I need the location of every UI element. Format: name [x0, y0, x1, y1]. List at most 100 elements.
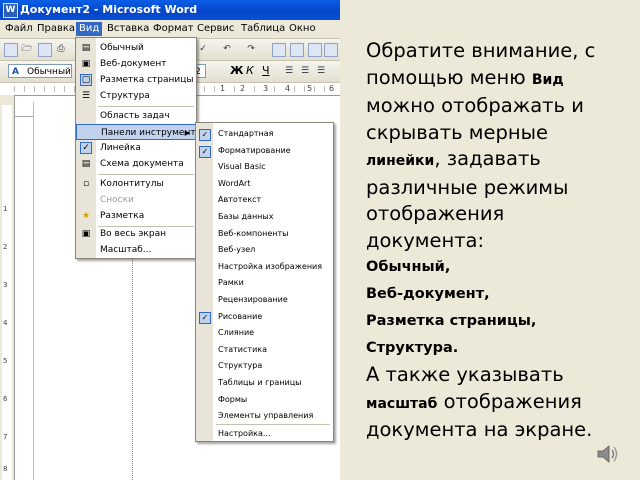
view-mode-print-layout: Разметка страницы,	[366, 308, 628, 335]
menu-view[interactable]: Вид	[76, 22, 103, 36]
toolbar-submenu-item[interactable]: WordArt	[196, 176, 333, 192]
toolbar-submenu-item[interactable]: ✓ Рисование	[196, 309, 333, 325]
submenu-arrow-icon: ▶	[184, 129, 190, 137]
vruler-label: 6	[3, 395, 8, 403]
mode-name: Разметка страницы	[366, 313, 531, 329]
toolbar-submenu-item[interactable]: Веб-компоненты	[196, 226, 333, 242]
markup-icon: ★	[81, 211, 91, 221]
underline-button[interactable]: Ч	[262, 64, 270, 78]
header-footer-icon: ▫	[82, 179, 90, 189]
style-icon: A	[12, 67, 19, 77]
explanation-text: Обратите внимание, с помощью меню Вид мо…	[366, 38, 628, 444]
menu-item-label: Таблицы и границы	[218, 378, 302, 387]
toolbar-submenu-item[interactable]: Рецензирование	[196, 292, 333, 308]
align-left-icon[interactable]: ☰	[282, 64, 296, 78]
toolbar-submenu-item[interactable]: Автотекст	[196, 192, 333, 208]
menu-item-label: Обычный	[100, 43, 144, 53]
menu-item-label: Статистика	[218, 344, 267, 354]
vertical-ruler-track	[2, 105, 12, 480]
toolbar-submenu-item[interactable]: Настройка...	[196, 426, 333, 442]
hyperlink-icon[interactable]	[272, 43, 286, 57]
menu-file[interactable]: Файл	[2, 22, 36, 36]
view-menu-item-print-layout[interactable]: ▢ Разметка страницы	[76, 72, 196, 88]
toolbar-submenu-item[interactable]: ✓ Стандартная	[196, 126, 333, 142]
redo-icon[interactable]: ↷	[244, 42, 258, 56]
view-menu-item-web[interactable]: ▣ Веб-документ	[76, 56, 196, 72]
toolbar-submenu-item[interactable]: Статистика	[196, 342, 333, 358]
view-menu-item-task-pane[interactable]: Область задач	[76, 108, 196, 124]
menu-window[interactable]: Окно	[286, 22, 319, 36]
align-center-icon[interactable]: ☰	[298, 64, 312, 78]
open-folder-icon[interactable]: 🗁	[20, 42, 34, 56]
menu-separator	[98, 174, 194, 175]
menu-table[interactable]: Таблица	[238, 22, 288, 36]
insert-table-icon[interactable]	[308, 43, 322, 57]
save-icon[interactable]	[38, 43, 52, 57]
zoom-term: масштаб	[366, 395, 438, 412]
view-menu-item-toolbars[interactable]: Панели инструментов ▶	[76, 124, 206, 140]
menu-tools[interactable]: Сервис	[194, 22, 237, 36]
page-top-edge	[15, 116, 33, 117]
new-document-icon[interactable]	[4, 43, 18, 57]
vruler-label: 3	[3, 281, 8, 289]
format-painter-icon[interactable]: ✓	[196, 42, 210, 56]
toolbar-submenu-item[interactable]: Слияние	[196, 325, 333, 341]
mode-punct: .	[452, 340, 459, 356]
view-menu-item-markup[interactable]: ★ Разметка	[76, 208, 196, 224]
view-menu-item-normal[interactable]: ▤ Обычный	[76, 40, 196, 56]
view-menu-item-zoom[interactable]: Масштаб...	[76, 242, 196, 258]
mode-punct: ,	[530, 313, 537, 329]
full-screen-icon: ▣	[81, 229, 91, 239]
menu-item-label: Рамки	[218, 278, 244, 288]
menu-item-label: Панели инструментов	[101, 128, 207, 138]
align-right-icon[interactable]: ☰	[314, 64, 328, 78]
view-menu-item-footnotes: Сноски	[76, 192, 196, 208]
word-screenshot: W Документ2 - Microsoft Word Файл Правка…	[0, 0, 340, 480]
undo-icon[interactable]: ↶	[220, 42, 234, 56]
toolbar-submenu-item[interactable]: Таблицы и границы	[196, 375, 333, 391]
toolbar-submenu-item[interactable]: Настройка изображения	[196, 259, 333, 275]
menu-format[interactable]: Формат	[150, 22, 197, 36]
menu-item-label: WordArt	[218, 178, 251, 188]
menu-item-label: Область задач	[100, 111, 170, 121]
columns-icon[interactable]	[324, 43, 338, 57]
print-icon[interactable]: ⎙	[54, 42, 68, 56]
explanation-outro: А также указывать масштаб отображения до…	[366, 362, 628, 444]
toolbar-submenu-item[interactable]: Веб-узел	[196, 242, 333, 258]
intro-text: можно отображать и скрывать мерные	[366, 94, 584, 144]
menu-edit[interactable]: Правка	[34, 22, 78, 36]
view-menu-item-header-footer[interactable]: ▫ Колонтитулы	[76, 176, 196, 192]
menu-item-label: Разметка	[100, 211, 145, 221]
bold-button[interactable]: Ж	[230, 64, 243, 78]
check-icon: ✓	[80, 142, 92, 154]
mode-name: Обычный	[366, 259, 445, 275]
toolbar-submenu-item[interactable]: Элементы управления	[196, 408, 333, 424]
style-dropdown[interactable]: A Обычный	[8, 64, 72, 78]
view-menu-item-document-map[interactable]: ▤ Схема документа	[76, 156, 196, 172]
menu-item-label: Рецензирование	[218, 295, 288, 304]
view-mode-outline: Структура.	[366, 335, 628, 362]
view-menu-item-ruler[interactable]: ✓ Линейка	[76, 140, 196, 156]
italic-button[interactable]: К	[246, 64, 254, 78]
toolbar-submenu-item[interactable]: Структура	[196, 358, 333, 374]
toolbar-submenu-item[interactable]: Рамки	[196, 275, 333, 291]
tables-borders-icon[interactable]	[290, 43, 304, 57]
toolbar-submenu-item[interactable]: ✓ Форматирование	[196, 143, 333, 159]
toolbar-submenu-item[interactable]: Базы данных	[196, 209, 333, 225]
mode-punct: ,	[444, 259, 451, 275]
menu-item-label: Структура	[100, 91, 150, 101]
menu-insert[interactable]: Вставка	[104, 22, 152, 36]
page-edge	[33, 102, 34, 480]
speaker-icon[interactable]	[596, 444, 620, 464]
menu-item-label: Сноски	[100, 195, 134, 205]
view-menu-item-full-screen[interactable]: ▣ Во весь экран	[76, 226, 196, 242]
check-icon: ✓	[199, 311, 211, 324]
menu-item-label: Форматирование	[218, 145, 291, 155]
rulers-term: линейки	[366, 153, 435, 169]
toolbar-submenu-item[interactable]: Visual Basic	[196, 159, 333, 175]
mode-name: Веб-документ	[366, 286, 485, 302]
menu-item-label: Схема документа	[100, 159, 184, 169]
print-layout-icon: ▢	[80, 74, 92, 86]
view-menu-item-outline[interactable]: ☰ Структура	[76, 88, 196, 104]
toolbar-submenu-item[interactable]: Формы	[196, 392, 333, 408]
